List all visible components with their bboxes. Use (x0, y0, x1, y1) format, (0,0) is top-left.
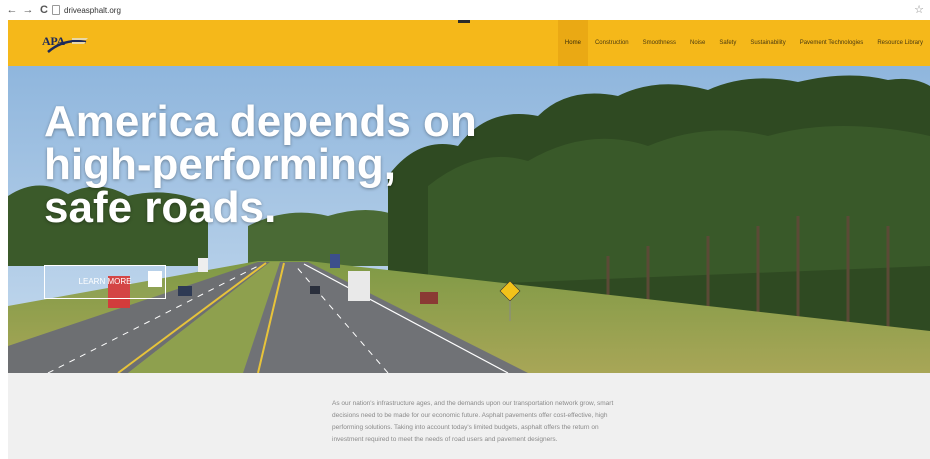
page-icon (52, 5, 60, 15)
url-text[interactable]: driveasphalt.org (64, 6, 121, 15)
nav-resource-library[interactable]: Resource Library (870, 20, 930, 66)
site-header: APA Home Construction Smoothness Noise S… (8, 20, 930, 66)
apa-logo[interactable]: APA (42, 30, 102, 56)
nav-home[interactable]: Home (557, 20, 588, 66)
web-page: APA Home Construction Smoothness Noise S… (8, 20, 930, 459)
reload-icon[interactable]: C (38, 3, 50, 17)
hero-headline: America depends on high-performing, safe… (44, 97, 524, 232)
bookmark-star-icon[interactable]: ☆ (914, 3, 924, 16)
main-nav: Home Construction Smoothness Noise Safet… (557, 20, 930, 66)
nav-safety[interactable]: Safety (712, 20, 743, 66)
address-bar[interactable]: driveasphalt.org (52, 3, 121, 17)
browser-toolbar: ← → C driveasphalt.org ☆ (0, 0, 930, 20)
nav-sustainability[interactable]: Sustainability (743, 20, 792, 66)
nav-marker (458, 20, 470, 23)
nav-pavement-technologies[interactable]: Pavement Technologies (793, 20, 871, 66)
headline-line: America depends on (44, 97, 477, 146)
headline-line: high-performing, (44, 140, 396, 189)
intro-paragraph: As our nation's infrastructure ages, and… (332, 400, 614, 443)
nav-construction[interactable]: Construction (588, 20, 636, 66)
learn-more-button[interactable]: LEARN MORE (44, 265, 166, 299)
headline-line: safe roads. (44, 183, 277, 232)
nav-smoothness[interactable]: Smoothness (636, 20, 683, 66)
hero-banner: America depends on high-performing, safe… (8, 66, 930, 373)
back-arrow-icon[interactable]: ← (6, 3, 18, 17)
logo-text: APA (42, 34, 65, 48)
nav-noise[interactable]: Noise (683, 20, 712, 66)
forward-arrow-icon[interactable]: → (22, 3, 34, 17)
